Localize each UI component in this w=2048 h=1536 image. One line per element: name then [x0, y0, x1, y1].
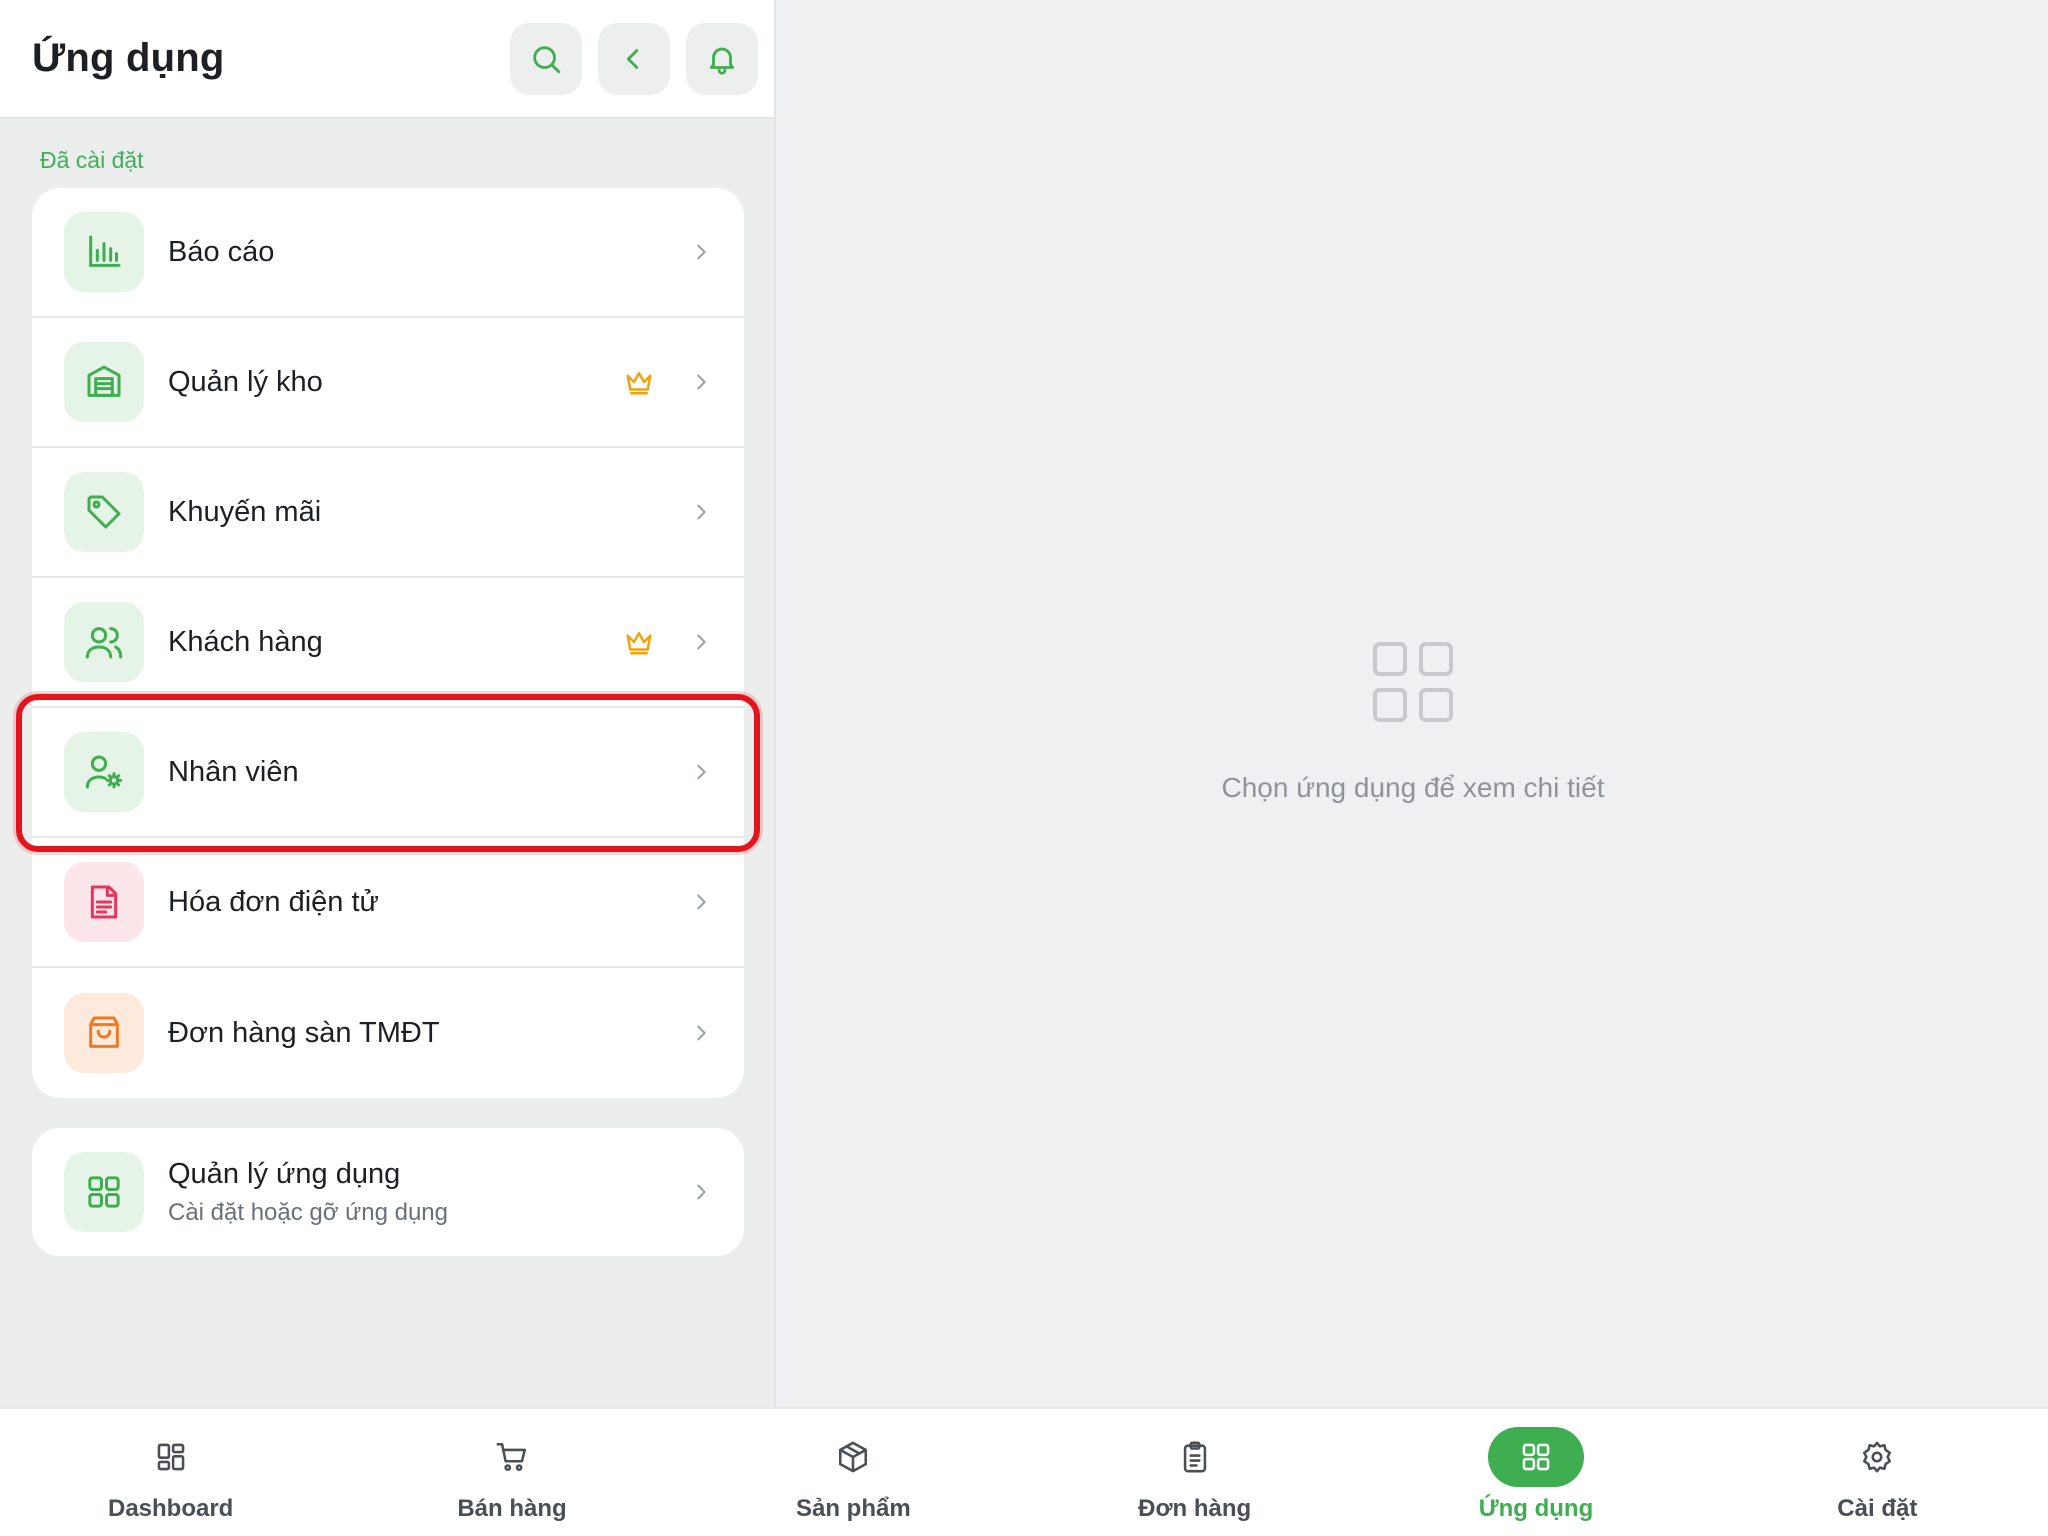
app-item-khuyen-mai[interactable]: Khuyến mãi: [32, 448, 744, 578]
chevron-left-icon: [626, 48, 639, 69]
chevron-right-icon: [697, 1184, 706, 1200]
gear-icon: [1863, 1441, 1892, 1473]
dashboard-icon: [157, 1443, 184, 1471]
app-item-label: Nhân viên: [168, 755, 299, 788]
chevron-right-icon: [697, 764, 706, 780]
nav-ung-dung[interactable]: Ứng dụng: [1365, 1409, 1706, 1536]
chevron-right-icon: [697, 634, 706, 650]
nav-label: Bán hàng: [457, 1495, 567, 1522]
nav-dashboard[interactable]: Dashboard: [0, 1409, 341, 1536]
nav-label: Dashboard: [107, 1495, 234, 1522]
app-item-label: Quản lý kho: [168, 365, 323, 398]
clipboard-icon: [1183, 1441, 1206, 1473]
apps-panel: Ứng dụng Đã cài đặt Báo cáo Quản lý kho: [0, 0, 776, 1407]
crown-icon: [626, 372, 652, 395]
nav-label: Cài đặt: [1837, 1495, 1918, 1522]
chevron-right-icon: [697, 244, 706, 260]
nav-label: Đơn hàng: [1138, 1495, 1252, 1522]
grid-icon: [1373, 641, 1453, 722]
chevron-right-icon: [697, 374, 706, 390]
nav-don-hang[interactable]: Đơn hàng: [1024, 1409, 1365, 1536]
installed-section-label: Đã cài đặt: [40, 147, 144, 173]
box-icon: [839, 1441, 868, 1473]
shopping-bag-icon: [89, 1016, 119, 1048]
app-item-khach-hang[interactable]: Khách hàng: [32, 578, 744, 708]
app-item-quan-ly-kho[interactable]: Quản lý kho: [32, 318, 744, 448]
users-icon: [85, 627, 123, 659]
manage-apps-subtitle: Cài đặt hoặc gỡ ứng dụng: [168, 1198, 448, 1226]
manage-apps-card[interactable]: Quản lý ứng dụng Cài đặt hoặc gỡ ứng dụn…: [32, 1128, 744, 1256]
nav-label: Sản phẩm: [795, 1495, 911, 1522]
empty-state-message: Chọn ứng dụng để xem chi tiết: [1221, 771, 1605, 803]
search-icon: [533, 45, 561, 73]
grid-icon: [1522, 1443, 1550, 1471]
app-item-nhan-vien[interactable]: Nhân viên: [32, 708, 744, 838]
bar-chart-icon: [89, 235, 121, 267]
cart-icon: [496, 1442, 527, 1472]
bottom-navigation: Dashboard Bán hàng Sản phẩm Đơn hàng Ứng…: [0, 1407, 2048, 1536]
document-icon: [90, 885, 118, 919]
grid-icon: [88, 1176, 120, 1208]
chevron-right-icon: [697, 1025, 706, 1041]
app-item-label: Khách hàng: [168, 625, 323, 658]
app-item-bao-cao[interactable]: Báo cáo: [32, 188, 744, 318]
app-item-don-hang-san-tmdt[interactable]: Đơn hàng sàn TMĐT: [32, 968, 744, 1098]
app-item-label: Hóa đơn điện tử: [168, 885, 379, 918]
manage-apps-title: Quản lý ứng dụng: [168, 1157, 401, 1190]
app-item-label: Đơn hàng sàn TMĐT: [168, 1016, 440, 1049]
app-item-label: Khuyến mãi: [168, 495, 322, 528]
nav-label: Ứng dụng: [1478, 1495, 1594, 1522]
nav-san-pham[interactable]: Sản phẩm: [683, 1409, 1024, 1536]
search-button[interactable]: [510, 22, 582, 95]
chevron-right-icon: [697, 504, 706, 520]
user-settings-icon: [85, 755, 123, 789]
crown-icon: [626, 632, 652, 655]
back-button[interactable]: [598, 22, 670, 95]
installed-apps-list: Báo cáo Quản lý kho Khuyến mãi Khách hàn…: [32, 188, 744, 1098]
manage-apps-row[interactable]: Quản lý ứng dụng Cài đặt hoặc gỡ ứng dụn…: [32, 1128, 744, 1256]
nav-ban-hang[interactable]: Bán hàng: [341, 1409, 682, 1536]
chevron-right-icon: [697, 894, 706, 910]
page-title: Ứng dụng: [32, 36, 225, 80]
nav-cai-dat[interactable]: Cài đặt: [1707, 1409, 2048, 1536]
app-item-label: Báo cáo: [168, 235, 275, 268]
warehouse-icon: [87, 365, 121, 397]
notifications-button[interactable]: [686, 22, 758, 95]
app-header: Ứng dụng: [0, 0, 774, 119]
tag-icon: [87, 495, 121, 529]
detail-empty-state: Chọn ứng dụng để xem chi tiết: [778, 0, 2048, 1407]
bell-icon: [709, 47, 735, 75]
app-item-hoa-don-dien-tu[interactable]: Hóa đơn điện tử: [32, 838, 744, 968]
